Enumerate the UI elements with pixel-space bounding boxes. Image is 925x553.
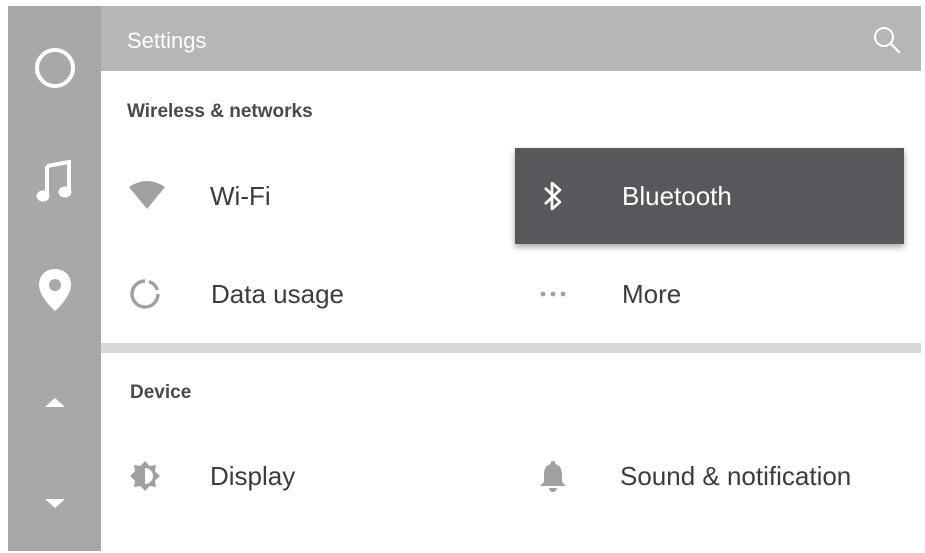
bluetooth-icon bbox=[533, 176, 573, 216]
scroll-up-icon[interactable] bbox=[8, 362, 101, 442]
settings-item-label: More bbox=[622, 279, 682, 309]
section-title-wireless: Wireless & networks bbox=[127, 101, 313, 122]
settings-item-data-usage[interactable]: Data usage bbox=[101, 246, 515, 342]
search-icon[interactable] bbox=[871, 24, 903, 56]
side-rail bbox=[8, 6, 101, 551]
bell-icon bbox=[533, 456, 573, 496]
settings-item-sound-notification[interactable]: Sound & notification bbox=[515, 428, 921, 524]
home-circle-icon[interactable] bbox=[8, 28, 101, 108]
more-dots-icon bbox=[533, 274, 573, 314]
scroll-down-icon[interactable] bbox=[8, 464, 101, 544]
app-header: Settings bbox=[101, 6, 921, 71]
settings-item-more[interactable]: More bbox=[515, 246, 904, 342]
settings-item-label: Sound & notification bbox=[620, 461, 852, 491]
data-usage-icon bbox=[125, 274, 165, 314]
settings-item-label: Display bbox=[210, 461, 296, 491]
page-title: Settings bbox=[127, 28, 207, 53]
brightness-icon bbox=[125, 456, 165, 496]
settings-item-wifi[interactable]: Wi-Fi bbox=[101, 148, 515, 244]
section-divider bbox=[101, 343, 921, 353]
settings-item-label: Bluetooth bbox=[622, 181, 732, 211]
section-title-device: Device bbox=[130, 382, 192, 403]
settings-item-label: Data usage bbox=[211, 279, 344, 309]
wifi-icon bbox=[127, 176, 167, 216]
settings-item-bluetooth[interactable]: Bluetooth bbox=[515, 148, 904, 244]
music-note-icon[interactable] bbox=[8, 142, 101, 222]
settings-item-label: Wi-Fi bbox=[210, 181, 271, 211]
settings-item-display[interactable]: Display bbox=[101, 428, 515, 524]
location-pin-icon[interactable] bbox=[8, 250, 101, 330]
